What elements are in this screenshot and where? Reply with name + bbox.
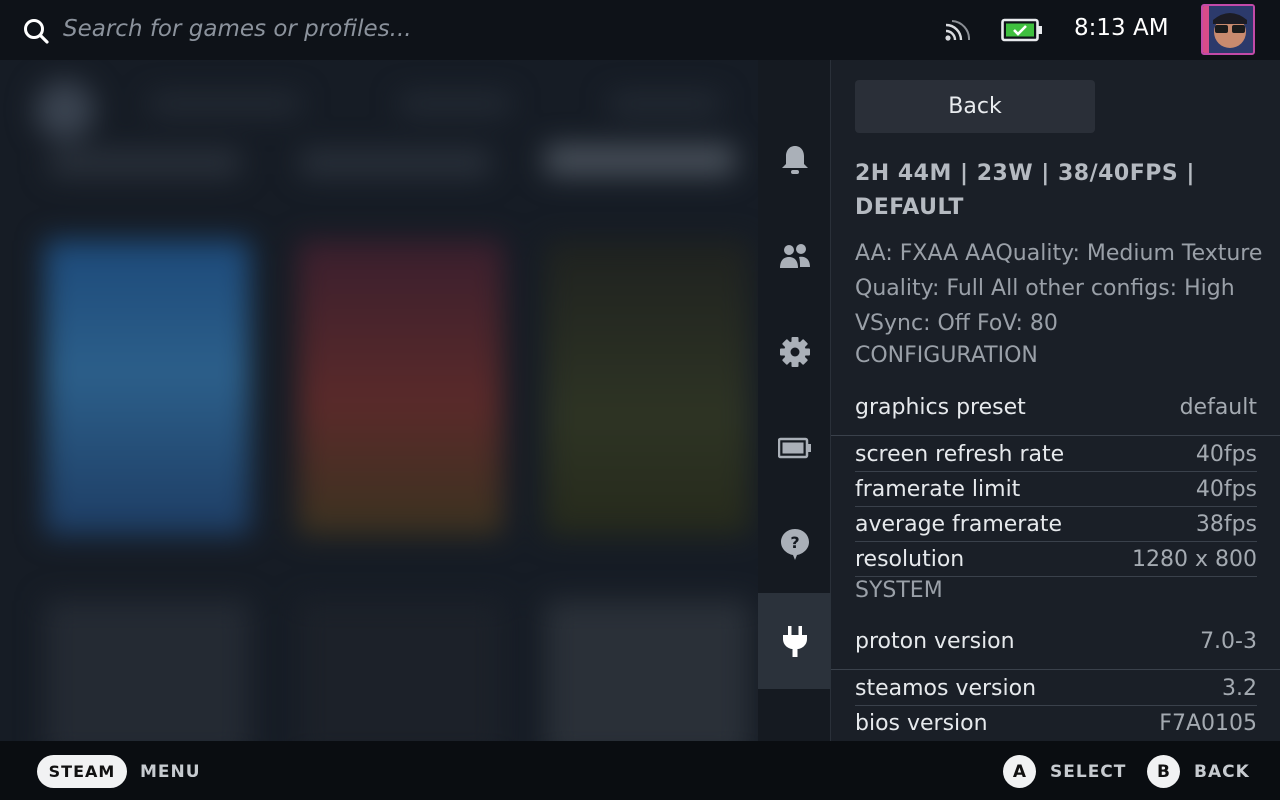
quick-access-rail: ? bbox=[758, 60, 831, 741]
row-value: 40fps bbox=[1195, 476, 1257, 502]
rail-item-plugins[interactable] bbox=[758, 593, 831, 689]
configuration-section-title: CONFIGURATION bbox=[855, 343, 1038, 368]
row-key: framerate limit bbox=[855, 476, 1021, 502]
config-row: resolution 1280 x 800 bbox=[855, 542, 1257, 577]
bell-icon bbox=[781, 146, 808, 174]
b-button-glyph[interactable]: B bbox=[1147, 755, 1180, 788]
a-button-glyph[interactable]: A bbox=[1003, 755, 1036, 788]
row-key: graphics preset bbox=[855, 395, 1026, 420]
row-key: average framerate bbox=[855, 511, 1062, 537]
menu-hint: MENU bbox=[140, 762, 201, 782]
steam-button[interactable]: STEAM bbox=[37, 755, 127, 788]
plugin-panel: Back 2H 44M | 23W | 38/40FPS | DEFAULT A… bbox=[831, 60, 1280, 741]
row-value: 38fps bbox=[1195, 511, 1257, 537]
library-background bbox=[0, 60, 758, 741]
rail-item-performance[interactable] bbox=[758, 400, 831, 496]
clock: 8:13 AM bbox=[1074, 15, 1169, 41]
row-value: 1280 x 800 bbox=[1132, 546, 1257, 572]
row-value: 7.0-3 bbox=[1200, 629, 1257, 654]
svg-text:?: ? bbox=[790, 533, 799, 552]
system-row: steamos version 3.2 bbox=[855, 671, 1257, 706]
system-section-title: SYSTEM bbox=[855, 578, 943, 603]
battery-icon bbox=[777, 437, 811, 459]
row-value: 40fps bbox=[1195, 441, 1257, 467]
back-button[interactable]: Back bbox=[855, 80, 1095, 133]
battery-icon bbox=[1001, 18, 1042, 42]
config-row: screen refresh rate 40fps bbox=[855, 437, 1257, 472]
config-row: average framerate 38fps bbox=[855, 507, 1257, 542]
row-value: 3.2 bbox=[1222, 675, 1257, 701]
divider bbox=[831, 669, 1280, 670]
row-key: screen refresh rate bbox=[855, 441, 1065, 467]
row-key: resolution bbox=[855, 546, 965, 572]
row-key: proton version bbox=[855, 629, 1015, 654]
row-value: F7A0105 bbox=[1159, 711, 1257, 736]
system-row: bios version F7A0105 bbox=[855, 706, 1257, 741]
rail-item-notifications[interactable] bbox=[758, 112, 831, 208]
plug-icon bbox=[782, 626, 807, 657]
session-summary: 2H 44M | 23W | 38/40FPS | DEFAULT bbox=[855, 161, 1195, 220]
row-key: bios version bbox=[855, 711, 988, 736]
config-row: graphics preset default bbox=[855, 390, 1257, 425]
cast-icon bbox=[945, 20, 970, 41]
help-icon: ? bbox=[780, 529, 809, 560]
search-input[interactable]: Search for games or profiles... bbox=[63, 16, 412, 42]
config-row: framerate limit 40fps bbox=[855, 472, 1257, 507]
row-key: steamos version bbox=[855, 675, 1037, 701]
rail-item-settings[interactable] bbox=[758, 304, 831, 400]
divider bbox=[831, 435, 1280, 436]
back-hint: BACK bbox=[1194, 762, 1250, 782]
steam-deck-screen: Search for games or profiles... 8:13 AM bbox=[0, 0, 1280, 800]
rail-item-friends[interactable] bbox=[758, 208, 831, 304]
rail-item-help[interactable]: ? bbox=[758, 496, 831, 592]
avatar[interactable] bbox=[1201, 4, 1255, 55]
top-bar: Search for games or profiles... 8:13 AM bbox=[0, 0, 1280, 60]
select-hint: SELECT bbox=[1050, 762, 1127, 782]
search-icon[interactable] bbox=[22, 17, 50, 45]
row-value: default bbox=[1179, 395, 1257, 420]
gear-icon bbox=[779, 337, 810, 367]
game-config-description: AA: FXAA AAQuality: Medium Texture Quali… bbox=[855, 241, 1263, 336]
friends-icon bbox=[779, 244, 810, 268]
system-row: proton version 7.0-3 bbox=[855, 624, 1257, 659]
